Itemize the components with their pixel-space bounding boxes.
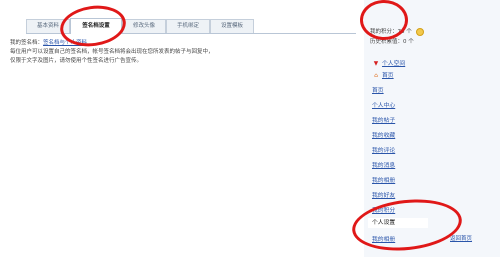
sidebar: 我的积分：78 个 历史积累值：0 个 ▼ 个人空间 ⌂ 首页 首页 个人中心 我的… <box>364 0 500 257</box>
tab-signature[interactable]: 签名档设置 <box>70 18 122 34</box>
history-label: 历史积累值： <box>370 39 404 45</box>
menu-item-my-favorites[interactable]: 我的收藏 <box>372 130 395 139</box>
tab-avatar[interactable]: 修改头像 <box>122 19 166 33</box>
pin-icon: ▼ <box>373 61 379 67</box>
history-value: 0 个 <box>403 39 414 45</box>
menu-item-my-posts[interactable]: 我的帖子 <box>372 115 395 124</box>
menu-item-personal-settings[interactable]: 个人设置 <box>368 218 428 228</box>
points-label: 我的积分： <box>370 29 398 35</box>
nav-home-label: 首页 <box>382 73 394 79</box>
help-text-1: 每位用户可以设置自己的签名档，帐号签名档将会出现在您所发表的帖子与回复中， <box>10 49 214 55</box>
menu-item-my-comments[interactable]: 我的评论 <box>372 145 395 154</box>
signature-row: 我的签名档：签名档与个人资料 <box>10 38 87 46</box>
tab-mobile[interactable]: 手机绑定 <box>166 19 210 33</box>
menu-item-home[interactable]: 首页 <box>372 85 384 94</box>
help-text-2: 仅限于文字及图片，请勿使用个性签名进行广告宣传。 <box>10 58 143 64</box>
points-value: 78 个 <box>397 29 412 35</box>
nav-personal-space[interactable]: ▼ 个人空间 <box>372 58 405 67</box>
menu-item-my-album[interactable]: 我的相册 <box>372 175 395 184</box>
back-home-link[interactable]: 返回首页 <box>450 234 472 242</box>
menu-item-my-album-2[interactable]: 我的相册 <box>372 234 395 243</box>
menu-item-my-friends[interactable]: 我的好友 <box>372 190 395 199</box>
smiley-icon <box>415 27 424 36</box>
points-stat: 我的积分：78 个 <box>370 27 424 36</box>
tab-basic-info[interactable]: 基本资料 <box>26 19 70 33</box>
menu-item-my-points[interactable]: 我的积分 <box>372 205 395 214</box>
nav-personal-space-label: 个人空间 <box>382 61 406 67</box>
home-icon: ⌂ <box>374 73 378 79</box>
settings-tabbar: 基本资料 签名档设置 修改头像 手机绑定 设置模板 <box>26 18 356 34</box>
history-stat: 历史积累值：0 个 <box>370 37 414 45</box>
nav-home[interactable]: ⌂ 首页 <box>372 70 394 79</box>
tab-template[interactable]: 设置模板 <box>210 19 254 33</box>
menu-item-personal-center[interactable]: 个人中心 <box>372 100 395 109</box>
menu-item-my-messages[interactable]: 我的消息 <box>372 160 395 169</box>
signature-link[interactable]: 签名档与个人资料 <box>43 40 87 46</box>
signature-label: 我的签名档： <box>10 40 44 46</box>
